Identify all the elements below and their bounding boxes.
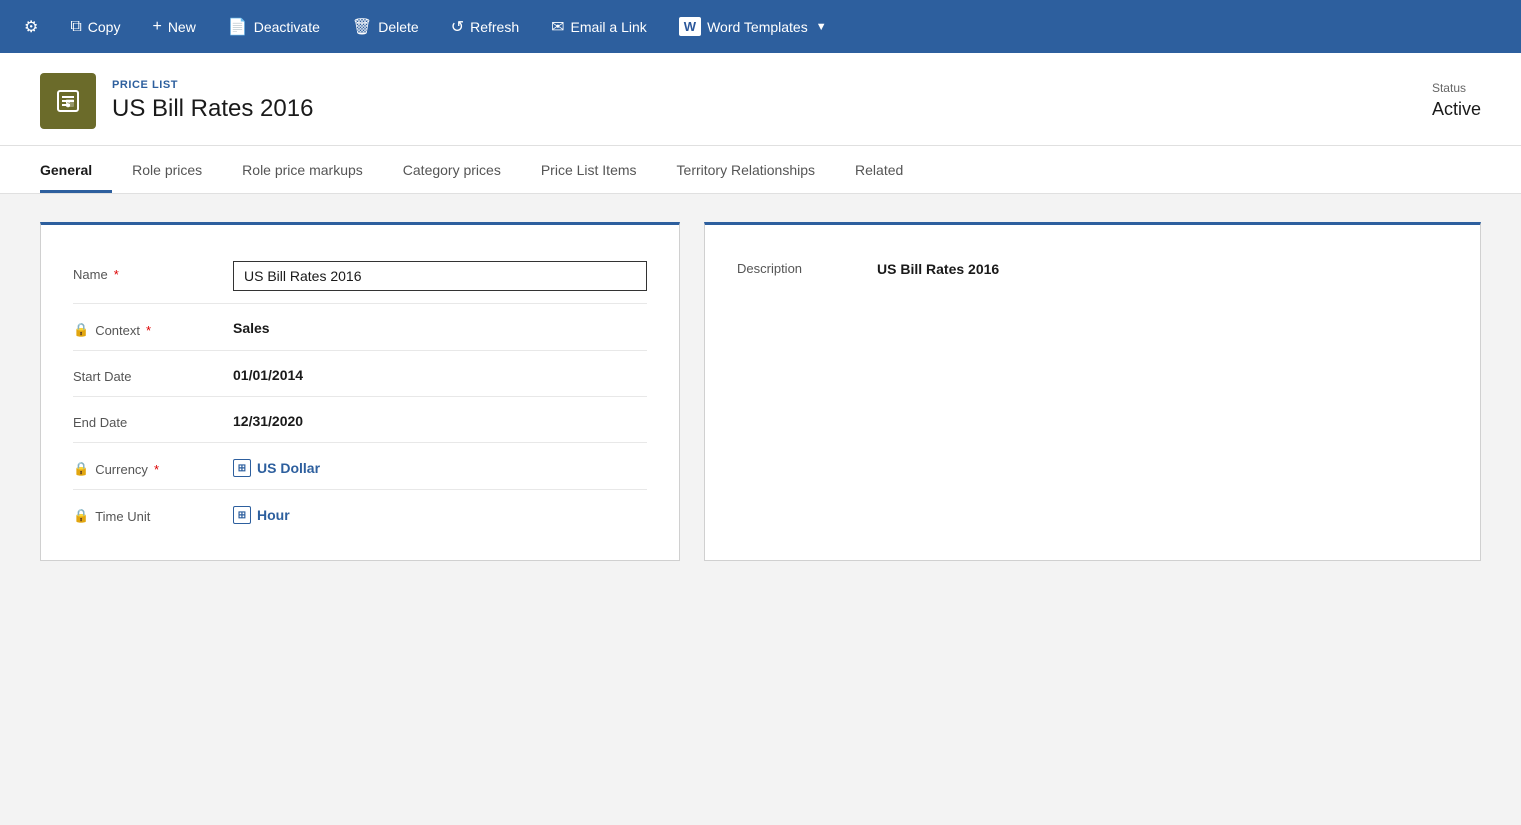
time-unit-value: ⊞ Hour <box>233 502 647 524</box>
currency-label: 🔒 Currency * <box>73 455 233 477</box>
time-unit-link-label: Hour <box>257 507 290 523</box>
context-lock-icon: 🔒 <box>73 322 89 338</box>
delete-label: Delete <box>378 19 418 35</box>
name-input[interactable] <box>233 261 647 291</box>
name-required: * <box>114 267 119 282</box>
status-section: Status Active <box>1432 73 1481 120</box>
page-header: $ PRICE LIST US Bill Rates 2016 Status A… <box>0 53 1521 146</box>
tab-related[interactable]: Related <box>835 146 923 193</box>
currency-value: ⊞ US Dollar <box>233 455 647 477</box>
name-label: Name * <box>73 261 233 282</box>
context-required: * <box>146 323 151 338</box>
deactivate-button[interactable]: 📄 Deactivate <box>212 0 336 53</box>
deactivate-label: Deactivate <box>254 19 320 35</box>
tab-category-prices[interactable]: Category prices <box>383 146 521 193</box>
email-icon: ✉ <box>551 17 564 37</box>
context-label: 🔒 Context * <box>73 316 233 338</box>
new-icon: + <box>152 18 161 36</box>
time-unit-link-icon: ⊞ <box>233 506 251 524</box>
tab-role-prices[interactable]: Role prices <box>112 146 222 193</box>
entity-icon: $ <box>40 73 96 129</box>
status-label: Status <box>1432 81 1481 95</box>
toolbar: ⚙ ⧉ Copy + New 📄 Deactivate 🗑 Delete ↺ R… <box>0 0 1521 53</box>
word-templates-dropdown-icon: ▼ <box>816 21 827 33</box>
currency-link-icon: ⊞ <box>233 459 251 477</box>
word-icon: W <box>679 17 701 36</box>
end-date-label: End Date <box>73 409 233 430</box>
currency-link[interactable]: ⊞ US Dollar <box>233 459 647 477</box>
tab-role-price-markups[interactable]: Role price markups <box>222 146 383 193</box>
time-unit-label: 🔒 Time Unit <box>73 502 233 524</box>
page-title: US Bill Rates 2016 <box>112 95 313 123</box>
svg-text:$: $ <box>66 100 71 109</box>
refresh-button[interactable]: ↺ Refresh <box>435 0 535 53</box>
description-panel: Description US Bill Rates 2016 <box>704 222 1481 561</box>
context-value: Sales <box>233 316 647 336</box>
currency-field-row: 🔒 Currency * ⊞ US Dollar <box>73 443 647 490</box>
email-link-label: Email a Link <box>571 19 647 35</box>
word-templates-label: Word Templates <box>707 19 808 35</box>
description-label: Description <box>737 261 877 276</box>
tab-price-list-items[interactable]: Price List Items <box>521 146 657 193</box>
settings-button[interactable]: ⚙ <box>8 0 54 53</box>
start-date-field-row: Start Date 01/01/2014 <box>73 351 647 397</box>
settings-icon: ⚙ <box>24 17 38 37</box>
status-value: Active <box>1432 99 1481 120</box>
time-unit-field-row: 🔒 Time Unit ⊞ Hour <box>73 490 647 536</box>
time-unit-lock-icon: 🔒 <box>73 508 89 524</box>
refresh-icon: ↺ <box>451 17 464 37</box>
new-label: New <box>168 19 196 35</box>
name-field-row: Name * <box>73 249 647 304</box>
description-row: Description US Bill Rates 2016 <box>737 249 1448 289</box>
end-date-field-row: End Date 12/31/2020 <box>73 397 647 443</box>
copy-label: Copy <box>88 19 121 35</box>
end-date-value: 12/31/2020 <box>233 409 647 429</box>
tab-territory-relationships[interactable]: Territory Relationships <box>657 146 836 193</box>
tab-general[interactable]: General <box>40 146 112 193</box>
tabs-bar: General Role prices Role price markups C… <box>0 146 1521 194</box>
header-left: $ PRICE LIST US Bill Rates 2016 <box>40 73 313 129</box>
currency-lock-icon: 🔒 <box>73 461 89 477</box>
refresh-label: Refresh <box>470 19 519 35</box>
entity-info: PRICE LIST US Bill Rates 2016 <box>112 79 313 123</box>
start-date-value: 01/01/2014 <box>233 363 647 383</box>
deactivate-icon: 📄 <box>228 17 248 37</box>
copy-button[interactable]: ⧉ Copy <box>54 0 136 53</box>
time-unit-link[interactable]: ⊞ Hour <box>233 506 647 524</box>
entity-label: PRICE LIST <box>112 79 313 91</box>
word-templates-button[interactable]: W Word Templates ▼ <box>663 0 843 53</box>
start-date-label: Start Date <box>73 363 233 384</box>
delete-button[interactable]: 🗑 Delete <box>336 0 435 53</box>
copy-icon: ⧉ <box>70 18 81 36</box>
email-link-button[interactable]: ✉ Email a Link <box>535 0 663 53</box>
description-value: US Bill Rates 2016 <box>877 261 999 277</box>
content-area: Name * 🔒 Context * Sales Start Date 01/0… <box>0 194 1521 589</box>
currency-link-label: US Dollar <box>257 460 320 476</box>
form-panel: Name * 🔒 Context * Sales Start Date 01/0… <box>40 222 680 561</box>
currency-required: * <box>154 462 159 477</box>
context-field-row: 🔒 Context * Sales <box>73 304 647 351</box>
delete-icon: 🗑 <box>352 17 372 37</box>
new-button[interactable]: + New <box>136 0 211 53</box>
